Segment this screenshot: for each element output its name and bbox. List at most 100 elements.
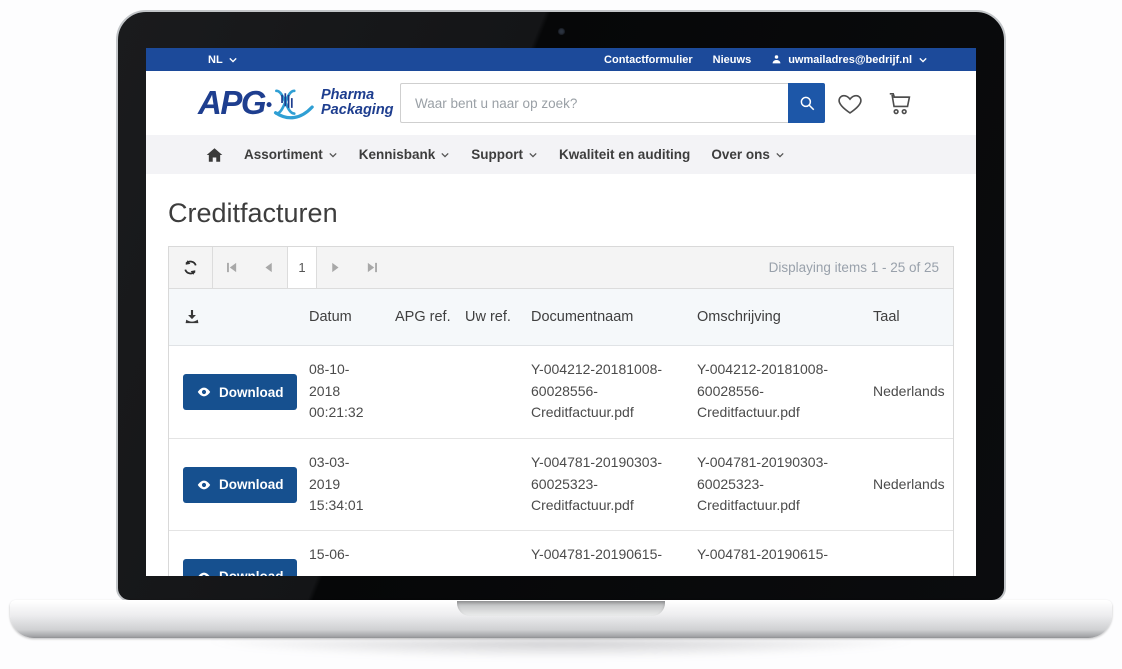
table-row: Download 08-10-2018 00:21:32 Y-004212-20… xyxy=(169,346,953,438)
chevron-down-icon xyxy=(528,151,538,159)
language-label: NL xyxy=(208,54,223,66)
cart-icon[interactable] xyxy=(884,89,914,117)
nav-item-kwaliteit-en-auditing[interactable]: Kwaliteit en auditing xyxy=(559,147,690,162)
nav-item-assortiment[interactable]: Assortiment xyxy=(244,147,338,162)
search-icon xyxy=(798,94,816,112)
cell-documentnaam: Y-004781-20190615- xyxy=(531,531,697,576)
top-utility-bar: NL Contactformulier Nieuws uwmailadres@b… xyxy=(146,48,976,71)
cell-omschrijving: Y-004781-20190303-60025323-Creditfactuur… xyxy=(697,439,873,530)
last-page-button[interactable] xyxy=(354,247,391,288)
header-icons xyxy=(836,89,914,117)
column-header-apg-ref[interactable]: APG ref. xyxy=(395,309,465,325)
screen: NL Contactformulier Nieuws uwmailadres@b… xyxy=(146,48,976,576)
nav-label: Over ons xyxy=(711,147,770,162)
webcam-icon xyxy=(558,28,565,35)
search-button[interactable] xyxy=(788,83,825,123)
laptop-lid: NL Contactformulier Nieuws uwmailadres@b… xyxy=(116,10,1006,602)
column-header-omschrijving[interactable]: Omschrijving xyxy=(697,309,873,325)
column-header-documentnaam[interactable]: Documentnaam xyxy=(531,309,697,325)
download-button-label: Download xyxy=(219,569,284,576)
nav-label: Kennisbank xyxy=(359,147,436,162)
table-body: Download 08-10-2018 00:21:32 Y-004212-20… xyxy=(169,346,953,576)
language-selector[interactable]: NL xyxy=(208,54,238,66)
download-button-label: Download xyxy=(219,385,284,400)
home-icon[interactable] xyxy=(206,147,223,163)
refresh-icon xyxy=(181,258,200,277)
previous-page-icon xyxy=(262,261,275,274)
first-page-button[interactable] xyxy=(213,247,250,288)
table-header-row: Datum APG ref. Uw ref. Documentnaam Omsc… xyxy=(169,289,953,346)
search-bar xyxy=(400,83,825,123)
grid-toolbar: 1 Displaying items 1 - 25 of 25 xyxy=(169,247,953,289)
nav-label: Assortiment xyxy=(244,147,323,162)
search-input[interactable] xyxy=(400,83,788,123)
chevron-down-icon xyxy=(228,56,238,64)
download-column-icon xyxy=(183,308,201,326)
laptop-reflection xyxy=(111,640,1011,666)
chevron-down-icon xyxy=(328,151,338,159)
download-button-label: Download xyxy=(219,477,284,492)
account-menu[interactable]: uwmailadres@bedrijf.nl xyxy=(771,54,928,66)
logo-brand-text: APG xyxy=(198,84,265,122)
laptop-mockup: NL Contactformulier Nieuws uwmailadres@b… xyxy=(0,0,1122,669)
column-header-datum[interactable]: Datum xyxy=(309,309,395,325)
next-page-icon xyxy=(329,261,342,274)
first-page-icon xyxy=(225,261,238,274)
cell-uw-ref xyxy=(465,346,531,438)
cell-apg-ref xyxy=(395,531,465,576)
cell-apg-ref xyxy=(395,346,465,438)
cell-documentnaam: Y-004212-20181008-60028556-Creditfactuur… xyxy=(531,346,697,438)
cell-taal: Nederlands xyxy=(873,346,953,438)
download-button[interactable]: Download xyxy=(183,467,297,503)
download-button[interactable]: Download xyxy=(183,559,297,576)
eye-icon xyxy=(196,384,212,400)
previous-page-button[interactable] xyxy=(250,247,287,288)
cell-omschrijving: Y-004781-20190615- xyxy=(697,531,873,576)
wishlist-heart-icon[interactable] xyxy=(836,90,864,116)
page-title: Creditfacturen xyxy=(168,198,954,229)
cell-datum: 03-03-2019 15:34:01 xyxy=(309,439,395,530)
logo-tagline-line1: Pharma xyxy=(321,88,394,103)
column-header-uw-ref[interactable]: Uw ref. xyxy=(465,309,531,325)
cell-uw-ref xyxy=(465,531,531,576)
cell-apg-ref xyxy=(395,439,465,530)
eye-icon xyxy=(196,477,212,493)
logo-tagline: Pharma Packaging xyxy=(321,88,394,118)
nav-label: Kwaliteit en auditing xyxy=(559,147,690,162)
display-status: Displaying items 1 - 25 of 25 xyxy=(769,247,953,288)
chevron-down-icon xyxy=(918,56,928,64)
next-page-button[interactable] xyxy=(317,247,354,288)
chevron-down-icon xyxy=(775,151,785,159)
table-row: Download 15-06- Y-004781-20190615- Y-004… xyxy=(169,530,953,576)
last-page-icon xyxy=(366,261,379,274)
main-nav: Assortiment Kennisbank Support Kwaliteit… xyxy=(146,135,976,174)
topbar-links: Contactformulier Nieuws uwmailadres@bedr… xyxy=(604,54,928,66)
cell-datum: 08-10-2018 00:21:32 xyxy=(309,346,395,438)
documents-grid: 1 Displaying items 1 - 25 of 25 xyxy=(168,246,954,576)
logo-tagline-line2: Packaging xyxy=(321,103,394,118)
cell-taal: Nederlands xyxy=(873,439,953,530)
laptop-base xyxy=(10,600,1112,638)
refresh-button[interactable] xyxy=(169,247,213,288)
cell-taal xyxy=(873,531,953,576)
column-header-taal[interactable]: Taal xyxy=(873,309,953,325)
nieuws-link[interactable]: Nieuws xyxy=(713,54,752,66)
nav-item-over-ons[interactable]: Over ons xyxy=(711,147,785,162)
cell-datum: 15-06- xyxy=(309,531,395,576)
page-number[interactable]: 1 xyxy=(287,247,317,288)
chevron-down-icon xyxy=(440,151,450,159)
laptop-lid-notch xyxy=(457,601,665,616)
user-icon xyxy=(771,54,782,65)
logo[interactable]: APG Pharma Packaging xyxy=(198,82,398,124)
download-button[interactable]: Download xyxy=(183,374,297,410)
dna-helix-icon xyxy=(265,82,317,124)
contactformulier-link[interactable]: Contactformulier xyxy=(604,54,693,66)
nav-item-support[interactable]: Support xyxy=(471,147,538,162)
eye-icon xyxy=(196,569,212,576)
site-header: APG Pharma Packaging xyxy=(146,71,976,135)
table-row: Download 03-03-2019 15:34:01 Y-004781-20… xyxy=(169,438,953,530)
nav-item-kennisbank[interactable]: Kennisbank xyxy=(359,147,451,162)
cell-documentnaam: Y-004781-20190303-60025323-Creditfactuur… xyxy=(531,439,697,530)
cell-omschrijving: Y-004212-20181008-60028556-Creditfactuur… xyxy=(697,346,873,438)
nav-label: Support xyxy=(471,147,523,162)
